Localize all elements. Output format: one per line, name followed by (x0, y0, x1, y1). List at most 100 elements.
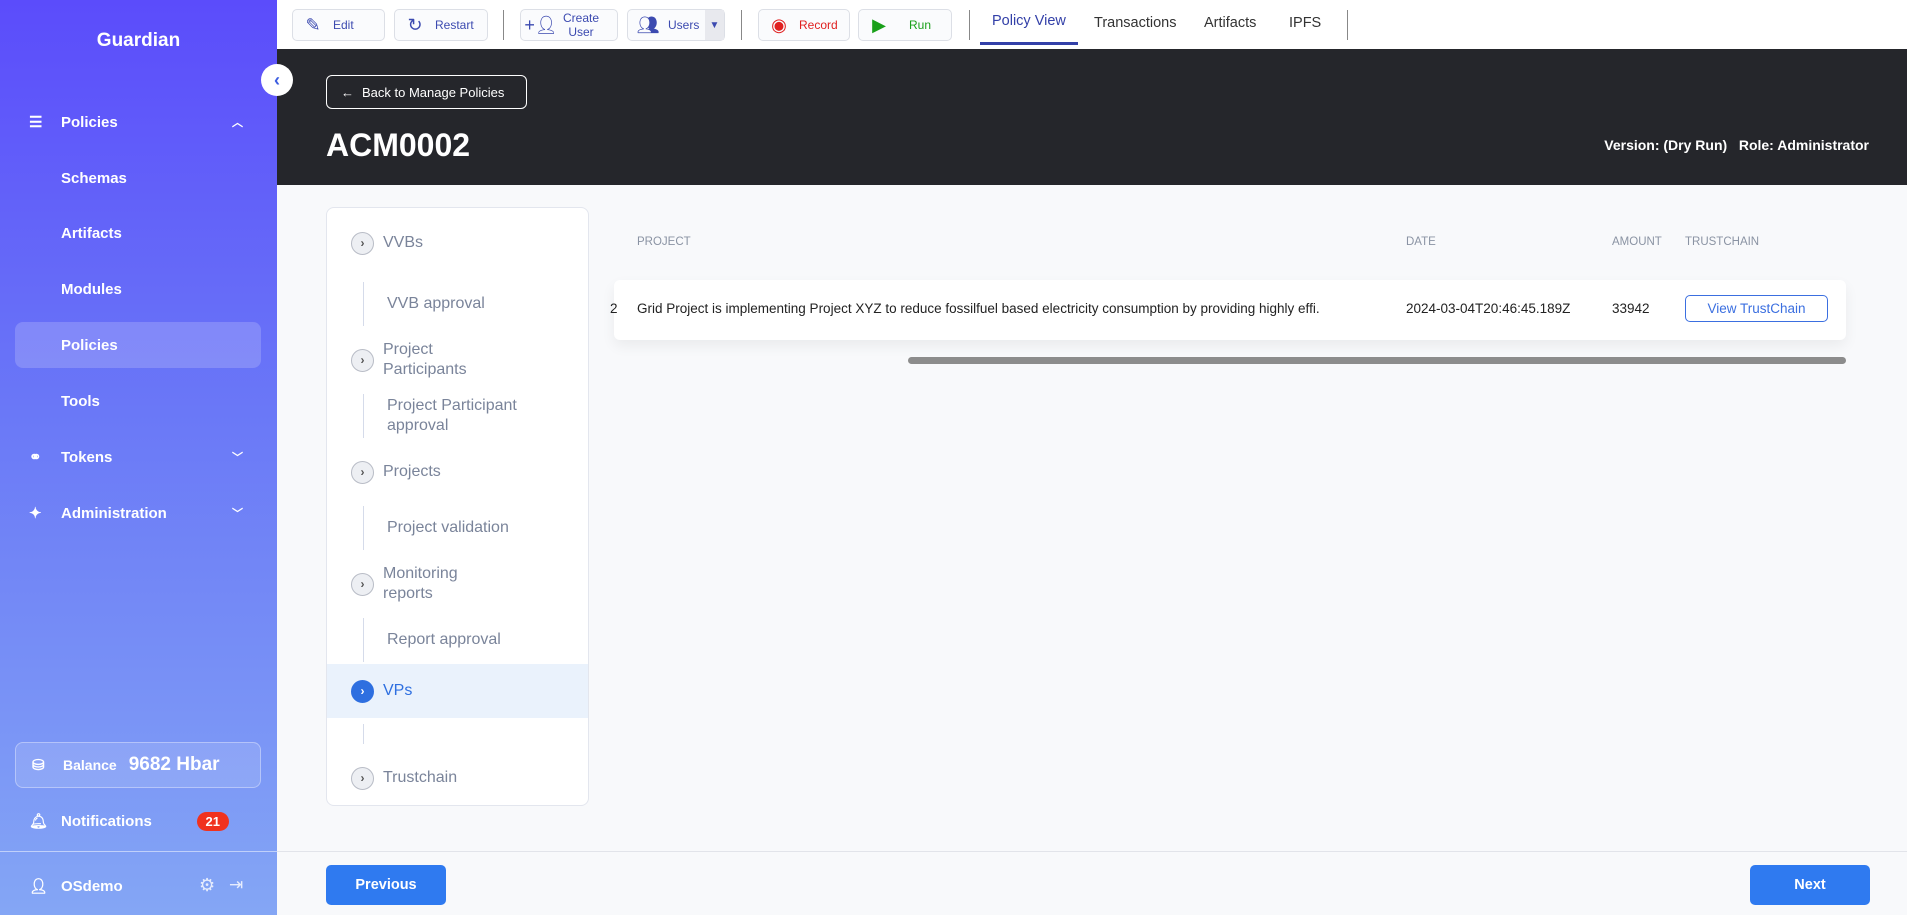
divider (503, 10, 504, 40)
sidebar-item-label: Modules (61, 280, 122, 298)
tab-artifacts[interactable]: Artifacts (1204, 0, 1256, 45)
version-label: Version: (Dry Run) (1604, 137, 1728, 153)
page-title: ACM0002 (326, 127, 471, 163)
chevron-right-icon: › (351, 572, 374, 596)
nav-label: VVBs (383, 234, 424, 251)
notifications[interactable]: 🔔︎ Notifications 21 (15, 798, 261, 844)
column-header-date: DATE (1406, 236, 1436, 248)
notifications-label: Notifications (61, 812, 152, 830)
footer-divider (277, 851, 1907, 852)
cell-prefix: 2 (610, 301, 618, 316)
policy-steps-nav: › VVBs VVB approval › Project Participants Pr… (326, 207, 589, 806)
nav-subitem[interactable]: Report approval (327, 612, 588, 668)
nav-group-item[interactable]: › Trustchain (327, 750, 588, 806)
chevron-right-icon: › (351, 231, 374, 255)
nav-label: Project Participant approval (387, 397, 517, 434)
user-icon: 👤︎ (29, 878, 49, 895)
divider (1347, 10, 1348, 40)
users-icon: 👥︎ (636, 14, 660, 35)
cell-amount: 33942 (1612, 301, 1650, 316)
nav-subitem[interactable]: VVB approval (327, 276, 588, 332)
tab-policy-view[interactable]: Policy View (980, 0, 1078, 45)
sidebar-item-tools[interactable]: Tools (15, 378, 261, 424)
chevron-right-icon: › (351, 766, 374, 790)
create-user-button[interactable]: +👤︎ Create User (520, 9, 618, 41)
arrow-left-icon: ← (341, 84, 354, 100)
edit-button[interactable]: ✎ Edit (292, 9, 385, 41)
record-button[interactable]: ◉ Record (758, 9, 850, 41)
sidebar-item-modules[interactable]: Modules (15, 266, 261, 312)
nav-subitem[interactable]: Project validation (327, 500, 588, 556)
nav-label: Monitoring reports (383, 565, 458, 602)
restart-icon: ↻ (407, 14, 423, 35)
add-user-icon: +👤︎ (524, 14, 558, 35)
nav-group-item[interactable]: › VPs (327, 664, 588, 718)
button-label: Record (799, 18, 838, 32)
column-header-trustchain: TRUSTCHAIN (1685, 236, 1760, 248)
notifications-badge: 21 (196, 811, 229, 831)
nav-label: Projects (383, 463, 441, 480)
horizontal-scrollbar[interactable] (908, 357, 1846, 364)
nav-group-item[interactable]: › Projects (327, 444, 588, 500)
tab-ipfs[interactable]: IPFS (1289, 0, 1321, 45)
sidebar-item-tokens[interactable]: ⚭ Tokens ﹀ (15, 434, 261, 480)
sidebar-item-label: Tokens (61, 448, 113, 466)
next-button[interactable]: Next (1750, 865, 1870, 905)
database-icon: ⛁ (32, 757, 45, 774)
nav-label: Project Participants (383, 341, 467, 378)
sidebar-item-label: Schemas (61, 169, 127, 187)
list-icon: ☰ (29, 114, 43, 131)
sidebar-item-policies[interactable]: ☰ Policies ︿ (15, 99, 261, 145)
nav-label: Project validation (387, 519, 509, 536)
balance-box: ⛁ Balance 9682 Hbar (15, 742, 261, 788)
column-header-amount: AMOUNT (1612, 236, 1662, 248)
nav-label: VPs (383, 682, 413, 699)
nav-group-item[interactable]: › Project Participants (327, 332, 588, 388)
users-dropdown[interactable]: 👥︎ Users ▼ (627, 9, 725, 41)
nav-label: Report approval (387, 631, 501, 648)
run-button[interactable]: ▶ Run (858, 9, 952, 41)
chevron-down-icon: ﹀ (232, 508, 243, 520)
cell-date: 2024-03-04T20:46:45.189Z (1406, 301, 1571, 316)
role-label: Role: Administrator (1738, 137, 1869, 153)
sidebar-divider (0, 851, 277, 852)
view-trustchain-button[interactable]: View TrustChain (1685, 295, 1828, 322)
caret-down-icon[interactable]: ▼ (705, 10, 724, 40)
chevron-right-icon: › (351, 460, 374, 484)
tree-line (363, 394, 364, 438)
gear-icon[interactable]: ⚙ (199, 875, 215, 896)
pencil-icon: ✎ (305, 14, 321, 35)
sidebar-item-label: Tools (61, 392, 100, 410)
tree-line (363, 618, 364, 662)
back-button[interactable]: ← Back to Manage Policies (326, 75, 527, 109)
sidebar-item-artifacts[interactable]: Artifacts (15, 210, 261, 256)
sidebar-item-administration[interactable]: ✦ Administration ﹀ (15, 490, 261, 536)
sidebar-item-label: Artifacts (61, 224, 122, 242)
play-icon: ▶ (872, 14, 886, 35)
button-label: Edit (333, 18, 354, 32)
app-logo: Guardian (96, 30, 181, 51)
nav-subitem[interactable] (327, 718, 588, 750)
tree-line (363, 506, 364, 550)
column-header-project: PROJECT (637, 236, 691, 248)
sidebar-item-policies-list[interactable]: Policies (15, 322, 261, 368)
button-label: Restart (435, 18, 474, 32)
tree-line (363, 724, 364, 744)
previous-button[interactable]: Previous (326, 865, 446, 905)
nav-group-item[interactable]: › Monitoring reports (327, 556, 588, 612)
restart-button[interactable]: ↻ Restart (394, 9, 488, 41)
chevron-right-icon: › (351, 348, 374, 372)
tab-transactions[interactable]: Transactions (1094, 0, 1176, 45)
sidebar-item-schemas[interactable]: Schemas (15, 155, 261, 201)
user-profile[interactable]: 👤︎ OSdemo (15, 863, 261, 909)
logout-icon[interactable]: ⇥ (229, 875, 243, 895)
collapse-sidebar-button[interactable]: ‹ (261, 64, 293, 96)
record-icon: ◉ (771, 14, 787, 35)
chevron-right-icon: › (351, 679, 374, 703)
nav-subitem[interactable]: Project Participant approval (327, 388, 588, 444)
nav-group-item[interactable]: › VVBs (327, 222, 588, 264)
button-label: Users (668, 18, 700, 32)
button-label: Create User (562, 11, 600, 39)
tree-line (363, 282, 364, 326)
divider (969, 10, 970, 40)
